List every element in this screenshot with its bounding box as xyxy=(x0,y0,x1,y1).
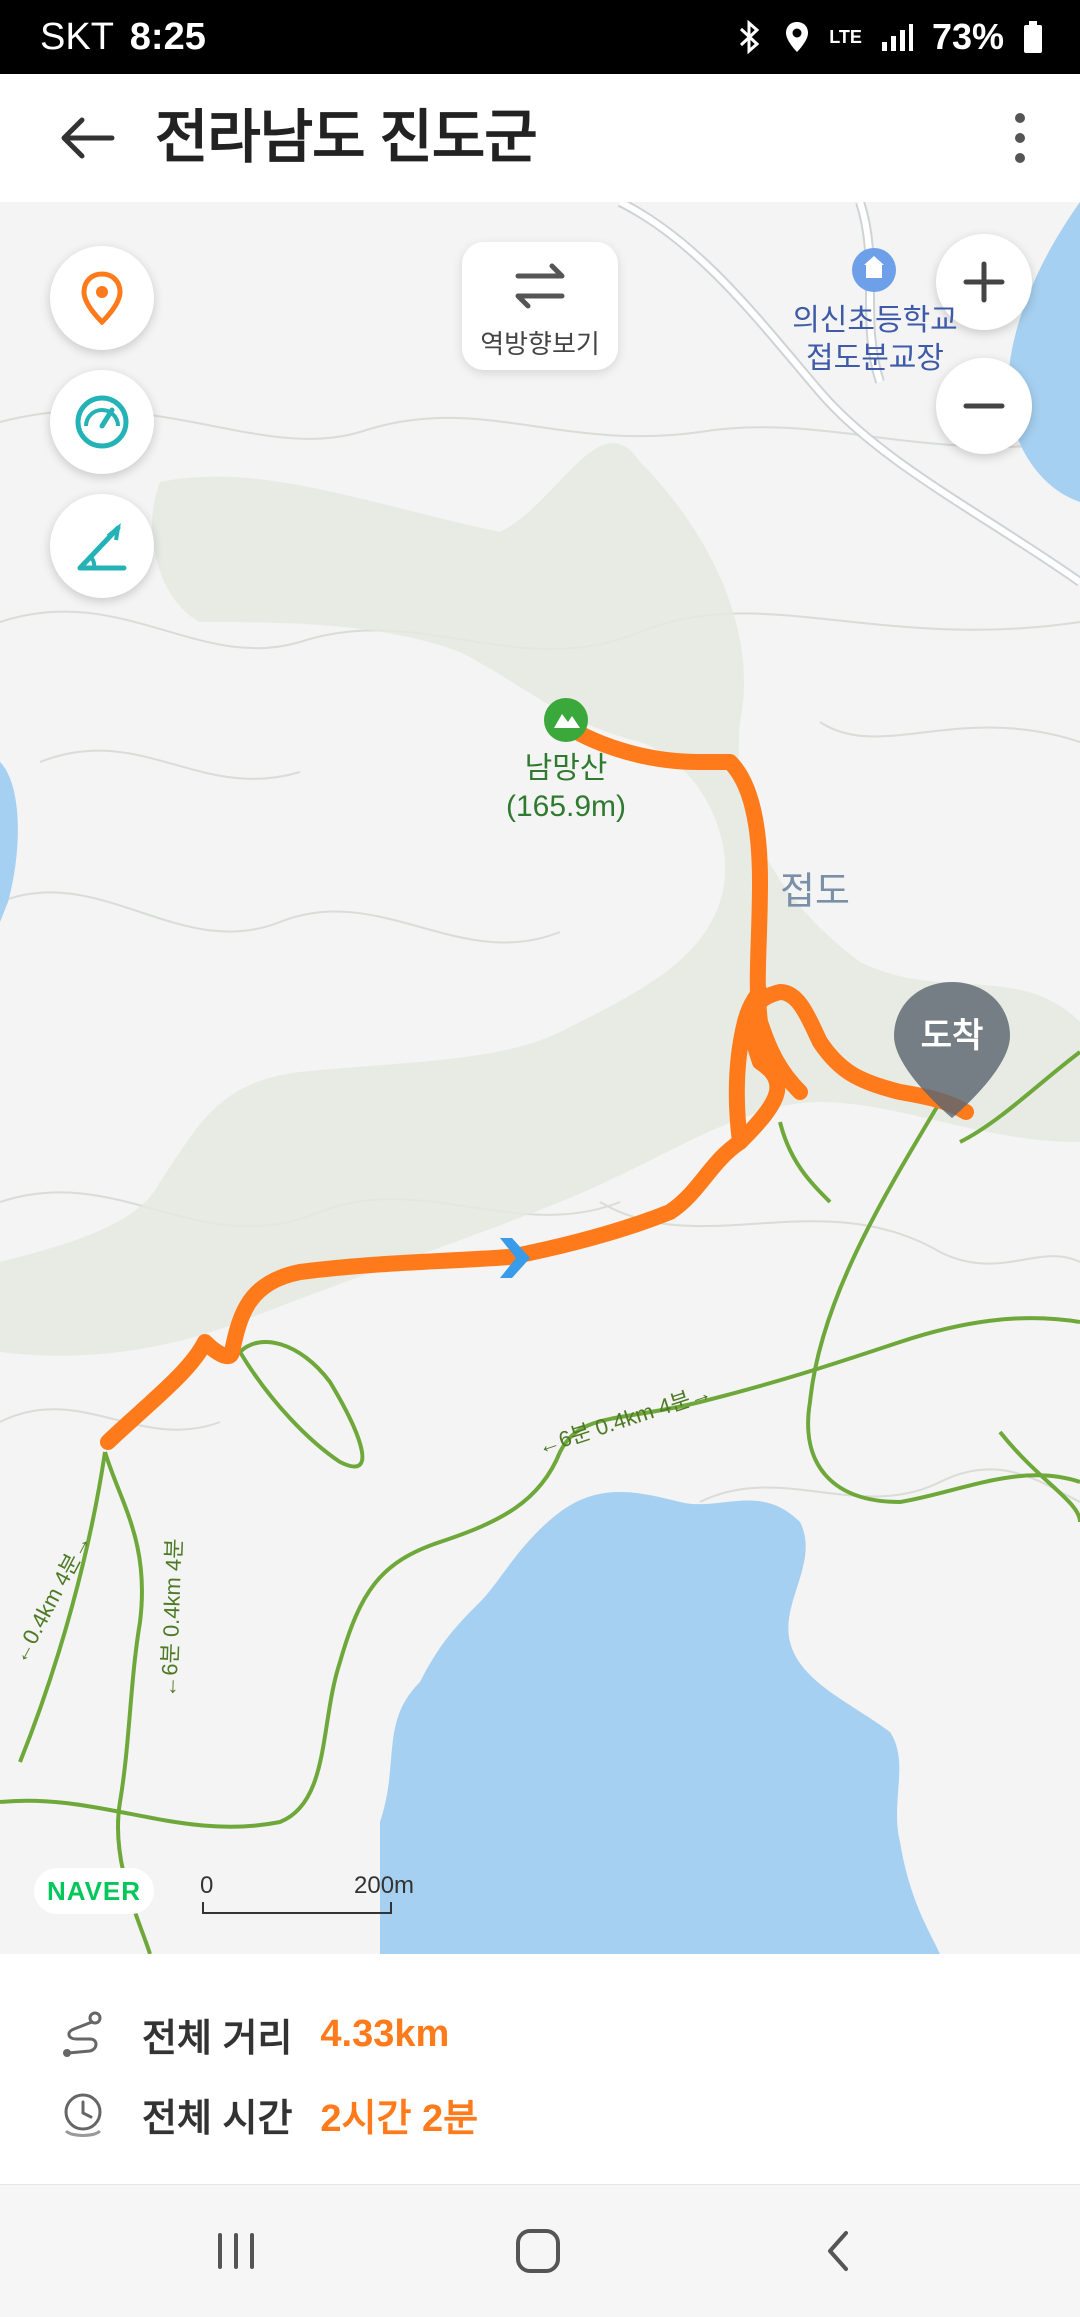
slope-icon xyxy=(77,523,127,571)
back-chevron-icon[interactable] xyxy=(810,2221,870,2281)
battery-percent: 73% xyxy=(931,16,1004,57)
route-summary: 전체 거리 4.33km 전체 시간 2시간 2분 xyxy=(0,1954,1080,2184)
scale-line xyxy=(202,1902,392,1914)
plus-icon xyxy=(963,261,1005,303)
carrier-label: SKT xyxy=(40,16,114,58)
status-left: SKT 8:25 xyxy=(40,0,206,74)
location-button[interactable] xyxy=(50,246,154,350)
trail-label-left-2: ←6분 0.4km 4분 xyxy=(156,1538,187,1698)
network-type: LTE xyxy=(829,26,862,47)
scale-zero-label: 0 xyxy=(200,1872,214,1899)
time-row: 전체 시간 2시간 2분 xyxy=(58,2084,478,2144)
battery-icon xyxy=(1024,21,1042,53)
clock: 8:25 xyxy=(129,16,206,58)
location-icon xyxy=(786,22,809,52)
peak-label[interactable]: 남망산 (165.9m) xyxy=(486,750,646,826)
distance-row: 전체 거리 4.33km xyxy=(58,2004,449,2064)
school-label-line1: 의신초등학교 xyxy=(792,304,958,337)
recent-apps-icon[interactable] xyxy=(206,2221,266,2281)
speedometer-icon xyxy=(75,395,129,449)
clock-icon xyxy=(64,2093,102,2137)
app-header: 전라남도 진도군 xyxy=(0,74,1080,203)
time-label: 전체 시간 xyxy=(142,2097,293,2140)
home-icon[interactable] xyxy=(508,2221,568,2281)
island-label: 접도 xyxy=(780,871,850,913)
route-distance-icon xyxy=(63,2011,102,2057)
school-label[interactable]: 의신초등학교 접도분교장 xyxy=(770,302,980,378)
more-options-button[interactable] xyxy=(990,108,1050,168)
minus-icon xyxy=(963,403,1005,409)
status-bar: SKT 8:25 LTE 73% xyxy=(0,0,1080,74)
slope-button[interactable] xyxy=(50,494,154,598)
distance-value: 4.33km xyxy=(320,2012,450,2055)
signal-icon xyxy=(881,24,913,51)
naver-logo: NAVER xyxy=(34,1868,154,1914)
time-value: 2시간 2분 xyxy=(320,2097,479,2140)
map-scale: 0 200m xyxy=(200,1872,420,1922)
location-pin-icon xyxy=(81,271,123,325)
peak-height: (165.9m) xyxy=(505,790,627,823)
peak-name: 남망산 xyxy=(524,752,608,785)
reverse-direction-label: 역방향보기 xyxy=(480,329,600,359)
bluetooth-icon xyxy=(740,20,760,54)
school-label-line2: 접도분교장 xyxy=(806,342,944,375)
scale-max-label: 200m xyxy=(354,1872,415,1899)
speed-button[interactable] xyxy=(50,370,154,474)
back-button[interactable] xyxy=(52,108,122,168)
route-map[interactable]: 역방향보기 의신초등학교 접도분교장 남망산 (165.9m) 접도 ←6분 0… xyxy=(0,202,1080,1954)
arrival-label: 도착 xyxy=(920,1017,984,1055)
system-nav-bar xyxy=(0,2184,1080,2317)
reverse-direction-button[interactable]: 역방향보기 xyxy=(462,242,618,370)
page-title: 전라남도 진도군 xyxy=(155,105,538,170)
swap-arrows-icon xyxy=(515,263,565,309)
status-right: LTE 73% xyxy=(735,0,1044,74)
distance-label: 전체 거리 xyxy=(142,2017,293,2060)
arrival-marker[interactable]: 도착 xyxy=(888,978,1016,1128)
